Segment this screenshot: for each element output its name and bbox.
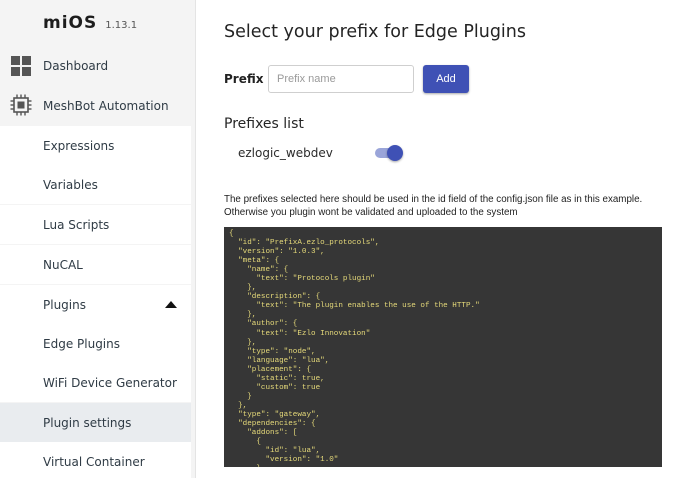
sidebar-item-lua-scripts[interactable]: Lua Scripts <box>0 205 191 244</box>
sidebar-item-label: Dashboard <box>43 58 109 73</box>
sidebar-item-plugin-settings[interactable]: Plugin settings <box>0 403 191 442</box>
dashboard-grid-icon <box>11 56 31 76</box>
sidebar-item-wifi-device-generator[interactable]: WiFi Device Generator <box>0 363 191 402</box>
add-prefix-button[interactable]: Add <box>423 65 469 93</box>
brand: miOS 1.13.1 <box>43 13 137 33</box>
sidebar-item-virtual-container[interactable]: Virtual Container <box>0 442 191 481</box>
meshbot-chip-icon <box>10 94 32 116</box>
prefix-name: ezlogic_webdev <box>238 146 333 160</box>
sidebar-item-label: Variables <box>43 177 98 192</box>
sidebar-item-label: Expressions <box>43 138 115 153</box>
config-note: The prefixes selected here should be use… <box>224 194 643 218</box>
sidebar-item-label: Virtual Container <box>43 454 145 469</box>
sidebar-item-label: NuCAL <box>43 257 83 272</box>
sidebar-item-edge-plugins[interactable]: Edge Plugins <box>0 324 191 363</box>
sidebar-item-label: MeshBot Automation <box>43 98 169 113</box>
prefix-toggle[interactable] <box>374 144 404 162</box>
sidebar-item-expressions[interactable]: Expressions <box>0 126 191 165</box>
sidebar-item-meshbot-automation[interactable]: MeshBot Automation <box>0 86 191 125</box>
toggle-thumb <box>387 145 403 161</box>
app-version: 1.13.1 <box>105 20 138 31</box>
prefix-input[interactable] <box>268 65 414 93</box>
caret-up-icon[interactable] <box>165 301 177 308</box>
sidebar: miOS 1.13.1 Dashboard MeshBot Automation… <box>0 0 196 481</box>
config-json-example: { "id": "PrefixA.ezlo_protocols", "versi… <box>224 227 662 467</box>
sidebar-item-plugins[interactable]: Plugins <box>0 285 191 324</box>
sidebar-item-label: Lua Scripts <box>43 217 110 232</box>
prefixes-list-title: Prefixes list <box>224 116 304 132</box>
sidebar-item-label: WiFi Device Generator <box>43 375 177 390</box>
mios-logo: miOS <box>43 13 98 33</box>
sidebar-item-label: Edge Plugins <box>43 336 120 351</box>
sidebar-item-label: Plugins <box>43 297 86 312</box>
sidebar-item-label: Plugin settings <box>43 415 132 430</box>
sidebar-item-nucal[interactable]: NuCAL <box>0 245 191 284</box>
sidebar-item-variables[interactable]: Variables <box>0 165 191 204</box>
prefix-label: Prefix <box>224 72 264 86</box>
sidebar-item-dashboard[interactable]: Dashboard <box>0 46 191 85</box>
page-title: Select your prefix for Edge Plugins <box>224 22 527 42</box>
